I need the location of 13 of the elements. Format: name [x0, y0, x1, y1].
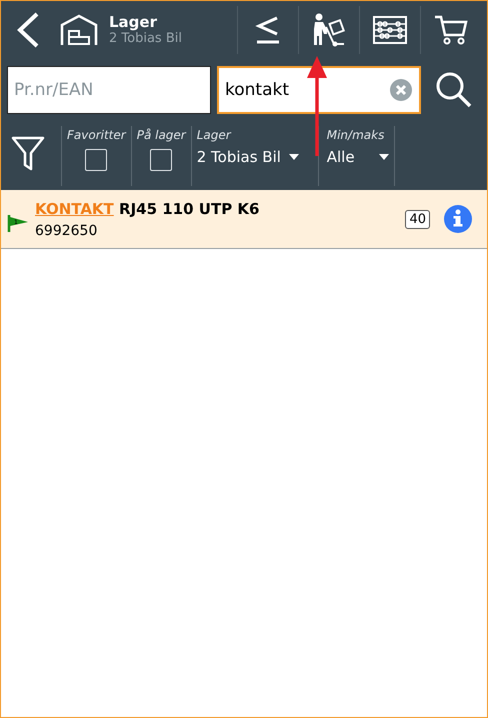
- header-title: Lager: [109, 13, 158, 31]
- product-name: KONTAKT RJ45 110 UTP K6: [35, 200, 260, 218]
- dropdown[interactable]: 2 Tobias Bil: [196, 148, 299, 166]
- search-field[interactable]: kontakt: [217, 66, 421, 114]
- filter-label: Lager: [196, 128, 231, 142]
- header-subtitle: 2 Tobias Bil: [109, 31, 183, 46]
- product-number-field[interactable]: Pr.nr/EAN: [7, 66, 211, 114]
- filter-label: På lager: [136, 128, 186, 142]
- stock-count: 40: [405, 210, 430, 228]
- product-number: 6992650: [35, 222, 98, 238]
- filter-label: Min/maks: [326, 128, 384, 142]
- dropdown[interactable]: Alle: [326, 148, 389, 166]
- filter-label: Favoritter: [67, 128, 126, 142]
